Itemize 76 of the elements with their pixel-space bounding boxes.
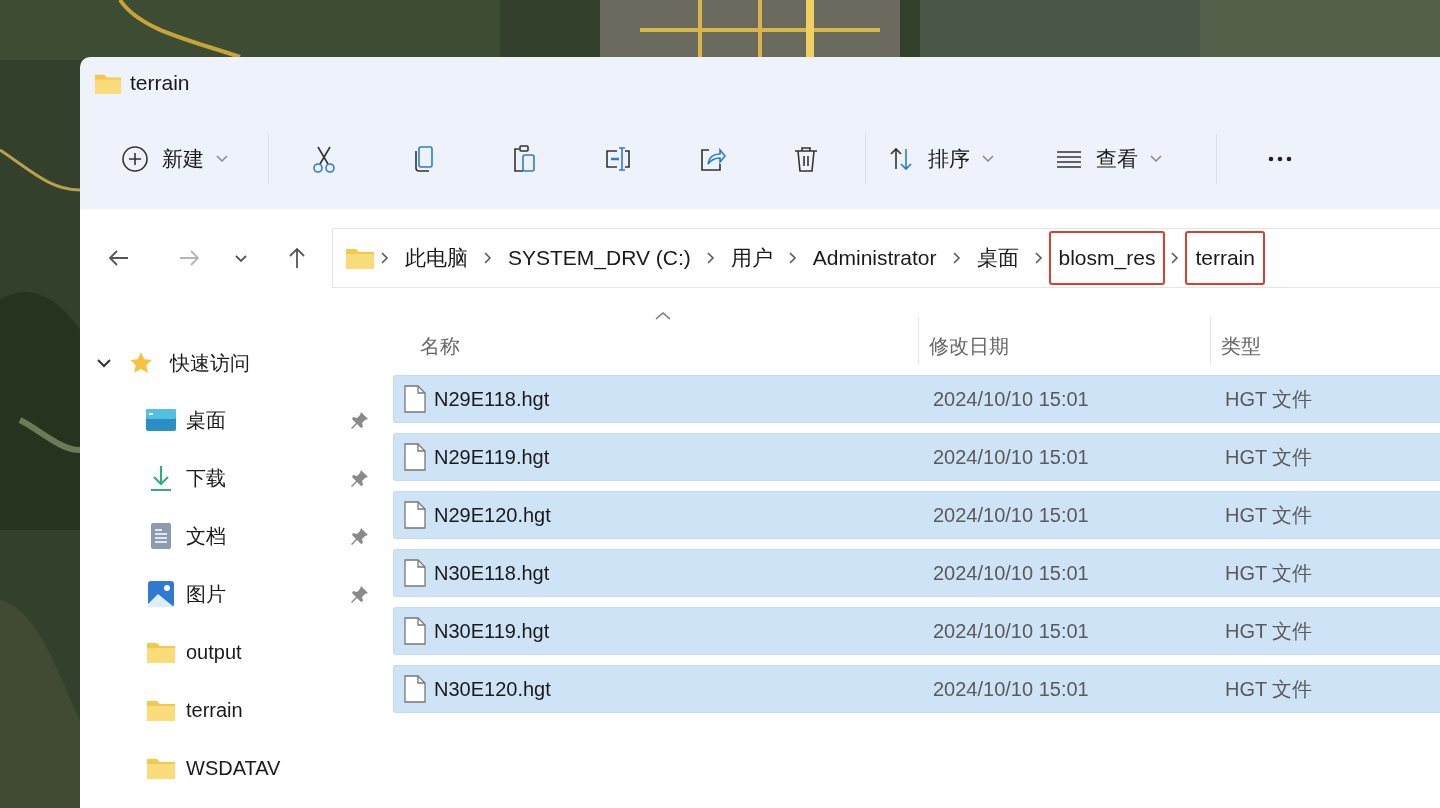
sort-caret-icon <box>655 311 671 321</box>
plus-circle-icon <box>120 144 150 174</box>
modified-date: 2024/10/10 15:01 <box>932 503 1090 527</box>
column-header[interactable]: 修改日期 <box>918 317 1210 365</box>
chevron-right-icon <box>788 252 797 264</box>
folder-icon <box>146 640 176 664</box>
folder-icon <box>146 756 176 780</box>
sidebar-item[interactable]: output <box>80 623 370 681</box>
file-icon <box>404 675 426 703</box>
rename-icon <box>603 144 633 174</box>
breadcrumb[interactable]: SYSTEM_DRV (C:) <box>498 238 701 278</box>
file-type: HGT 文件 <box>1224 386 1314 412</box>
breadcrumb[interactable]: 此电脑 <box>395 238 478 278</box>
file-icon <box>404 559 426 587</box>
pin-icon <box>350 526 370 546</box>
file-row[interactable]: N29E119.hgt 2024/10/10 15:01 HGT 文件 <box>393 433 1440 481</box>
file-icon <box>404 443 426 471</box>
pin-icon <box>350 410 370 430</box>
sidebar-item[interactable]: terrain <box>80 681 370 739</box>
file-icon <box>404 385 426 413</box>
chevron-right-icon <box>484 252 492 264</box>
view-button[interactable]: 查看 <box>1044 136 1172 182</box>
sort-button[interactable]: 排序 <box>876 136 1004 182</box>
chevron-right-icon <box>1171 252 1180 264</box>
modified-date: 2024/10/10 15:01 <box>932 677 1090 701</box>
pin-icon <box>350 584 370 604</box>
breadcrumb[interactable]: 用户 <box>720 238 783 278</box>
chevron-right-icon <box>706 252 715 264</box>
quick-access-item[interactable]: 快速访问 <box>80 335 380 391</box>
dropdown-caret-icon <box>234 253 248 263</box>
chevron-right-icon <box>1034 252 1043 264</box>
desktop-icon <box>146 409 176 431</box>
folder-icon <box>345 246 375 270</box>
file-row[interactable]: N29E118.hgt 2024/10/10 15:01 HGT 文件 <box>393 375 1440 423</box>
file-type: HGT 文件 <box>1224 502 1314 528</box>
modified-date: 2024/10/10 15:01 <box>932 619 1090 643</box>
sidebar-item[interactable]: 下载 <box>80 449 370 507</box>
sidebar-item[interactable]: 图片 <box>80 565 370 623</box>
address-bar[interactable]: 此电脑 SYSTEM_DRV (C:) 用户 Administrator 桌面 blosm_res terrain <box>332 228 1440 288</box>
file-row[interactable]: N30E119.hgt 2024/10/10 15:01 HGT 文件 <box>393 607 1440 655</box>
column-header[interactable]: 类型 <box>1210 317 1440 365</box>
file-type: HGT 文件 <box>1224 444 1314 470</box>
modified-date: 2024/10/10 15:01 <box>932 445 1090 469</box>
picture-icon <box>146 580 176 608</box>
file-type: HGT 文件 <box>1224 676 1314 702</box>
column-header[interactable]: 名称 <box>380 307 918 375</box>
chevron-down-icon <box>96 357 112 369</box>
sidebar-item[interactable]: 文档 <box>80 507 370 565</box>
window-title: terrain <box>130 71 190 95</box>
sidebar-item[interactable]: 桌面 <box>80 391 370 449</box>
folder-icon <box>146 698 176 722</box>
file-row[interactable]: N30E120.hgt 2024/10/10 15:01 HGT 文件 <box>393 665 1440 713</box>
file-type: HGT 文件 <box>1224 618 1314 644</box>
file-icon <box>404 617 426 645</box>
file-type: HGT 文件 <box>1224 560 1314 586</box>
chevron-right-icon <box>381 252 389 264</box>
modified-date: 2024/10/10 15:01 <box>932 387 1090 411</box>
breadcrumb[interactable]: terrain <box>1185 231 1265 285</box>
pin-icon <box>350 468 370 488</box>
file-row[interactable]: N30E118.hgt 2024/10/10 15:01 HGT 文件 <box>393 549 1440 597</box>
sidebar-item[interactable]: WSDATAV <box>80 739 370 797</box>
modified-date: 2024/10/10 15:01 <box>932 561 1090 585</box>
new-button[interactable]: 新建 <box>110 136 238 182</box>
file-name: N29E119.hgt <box>434 445 550 469</box>
chevron-right-icon <box>952 252 961 264</box>
file-name: N30E119.hgt <box>434 619 550 643</box>
file-name: N29E120.hgt <box>434 503 551 527</box>
breadcrumb[interactable]: Administrator <box>802 238 947 278</box>
breadcrumb[interactable]: blosm_res <box>1048 231 1166 285</box>
breadcrumb[interactable]: 桌面 <box>966 238 1029 278</box>
file-icon <box>404 501 426 529</box>
star-icon <box>128 350 154 376</box>
file-row[interactable]: N29E120.hgt 2024/10/10 15:01 HGT 文件 <box>393 491 1440 539</box>
file-name: N30E118.hgt <box>434 561 550 585</box>
file-name: N29E118.hgt <box>434 387 550 411</box>
file-name: N30E120.hgt <box>434 677 551 701</box>
